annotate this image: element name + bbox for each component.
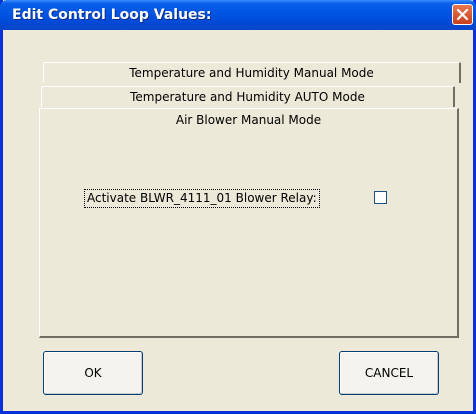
tab-air-blower-manual[interactable]: Air Blower Manual Mode: [40, 113, 457, 127]
close-icon: [456, 8, 469, 21]
tab-temperature-humidity-manual[interactable]: Temperature and Humidity Manual Mode: [43, 62, 461, 83]
blower-relay-label[interactable]: Activate BLWR_4111_01 Blower Relay:: [84, 189, 320, 208]
tab-panel-air-blower-manual: Air Blower Manual Mode Activate BLWR_411…: [39, 108, 459, 338]
dialog-window: Edit Control Loop Values: Temperature an…: [0, 0, 476, 414]
tab-temperature-humidity-auto[interactable]: Temperature and Humidity AUTO Mode: [41, 86, 455, 107]
cancel-button[interactable]: CANCEL: [339, 351, 439, 395]
window-title: Edit Control Loop Values:: [12, 7, 212, 23]
blower-relay-checkbox[interactable]: [374, 191, 387, 204]
ok-button[interactable]: OK: [43, 351, 143, 395]
close-button[interactable]: [452, 4, 473, 25]
title-bar[interactable]: Edit Control Loop Values:: [0, 0, 476, 30]
